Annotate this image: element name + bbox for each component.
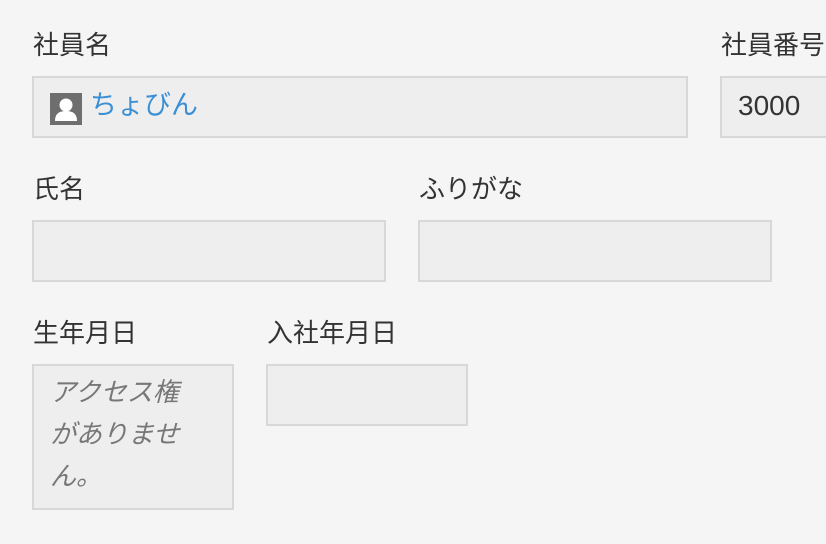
no-access-message: アクセス権がありません。 bbox=[50, 378, 180, 492]
full-name-field bbox=[32, 220, 386, 282]
full-name-label: 氏名 bbox=[33, 175, 86, 205]
furigana-label: ふりがな bbox=[419, 175, 524, 205]
employee-name-link[interactable]: ちょびん bbox=[90, 88, 198, 124]
hire-date-label: 入社年月日 bbox=[267, 319, 398, 349]
furigana-field bbox=[418, 220, 772, 282]
employee-name-label: 社員名 bbox=[33, 31, 112, 61]
employee-number-value: 3000 bbox=[738, 90, 801, 121]
employee-number-label: 社員番号 bbox=[721, 31, 826, 61]
hire-date-field bbox=[266, 364, 468, 426]
employee-name-field: ちょびん bbox=[32, 76, 688, 138]
user-icon bbox=[50, 93, 82, 125]
birth-date-field: アクセス権がありません。 bbox=[32, 364, 234, 510]
employee-number-field: 3000 bbox=[720, 76, 826, 138]
birth-date-label: 生年月日 bbox=[33, 319, 138, 349]
